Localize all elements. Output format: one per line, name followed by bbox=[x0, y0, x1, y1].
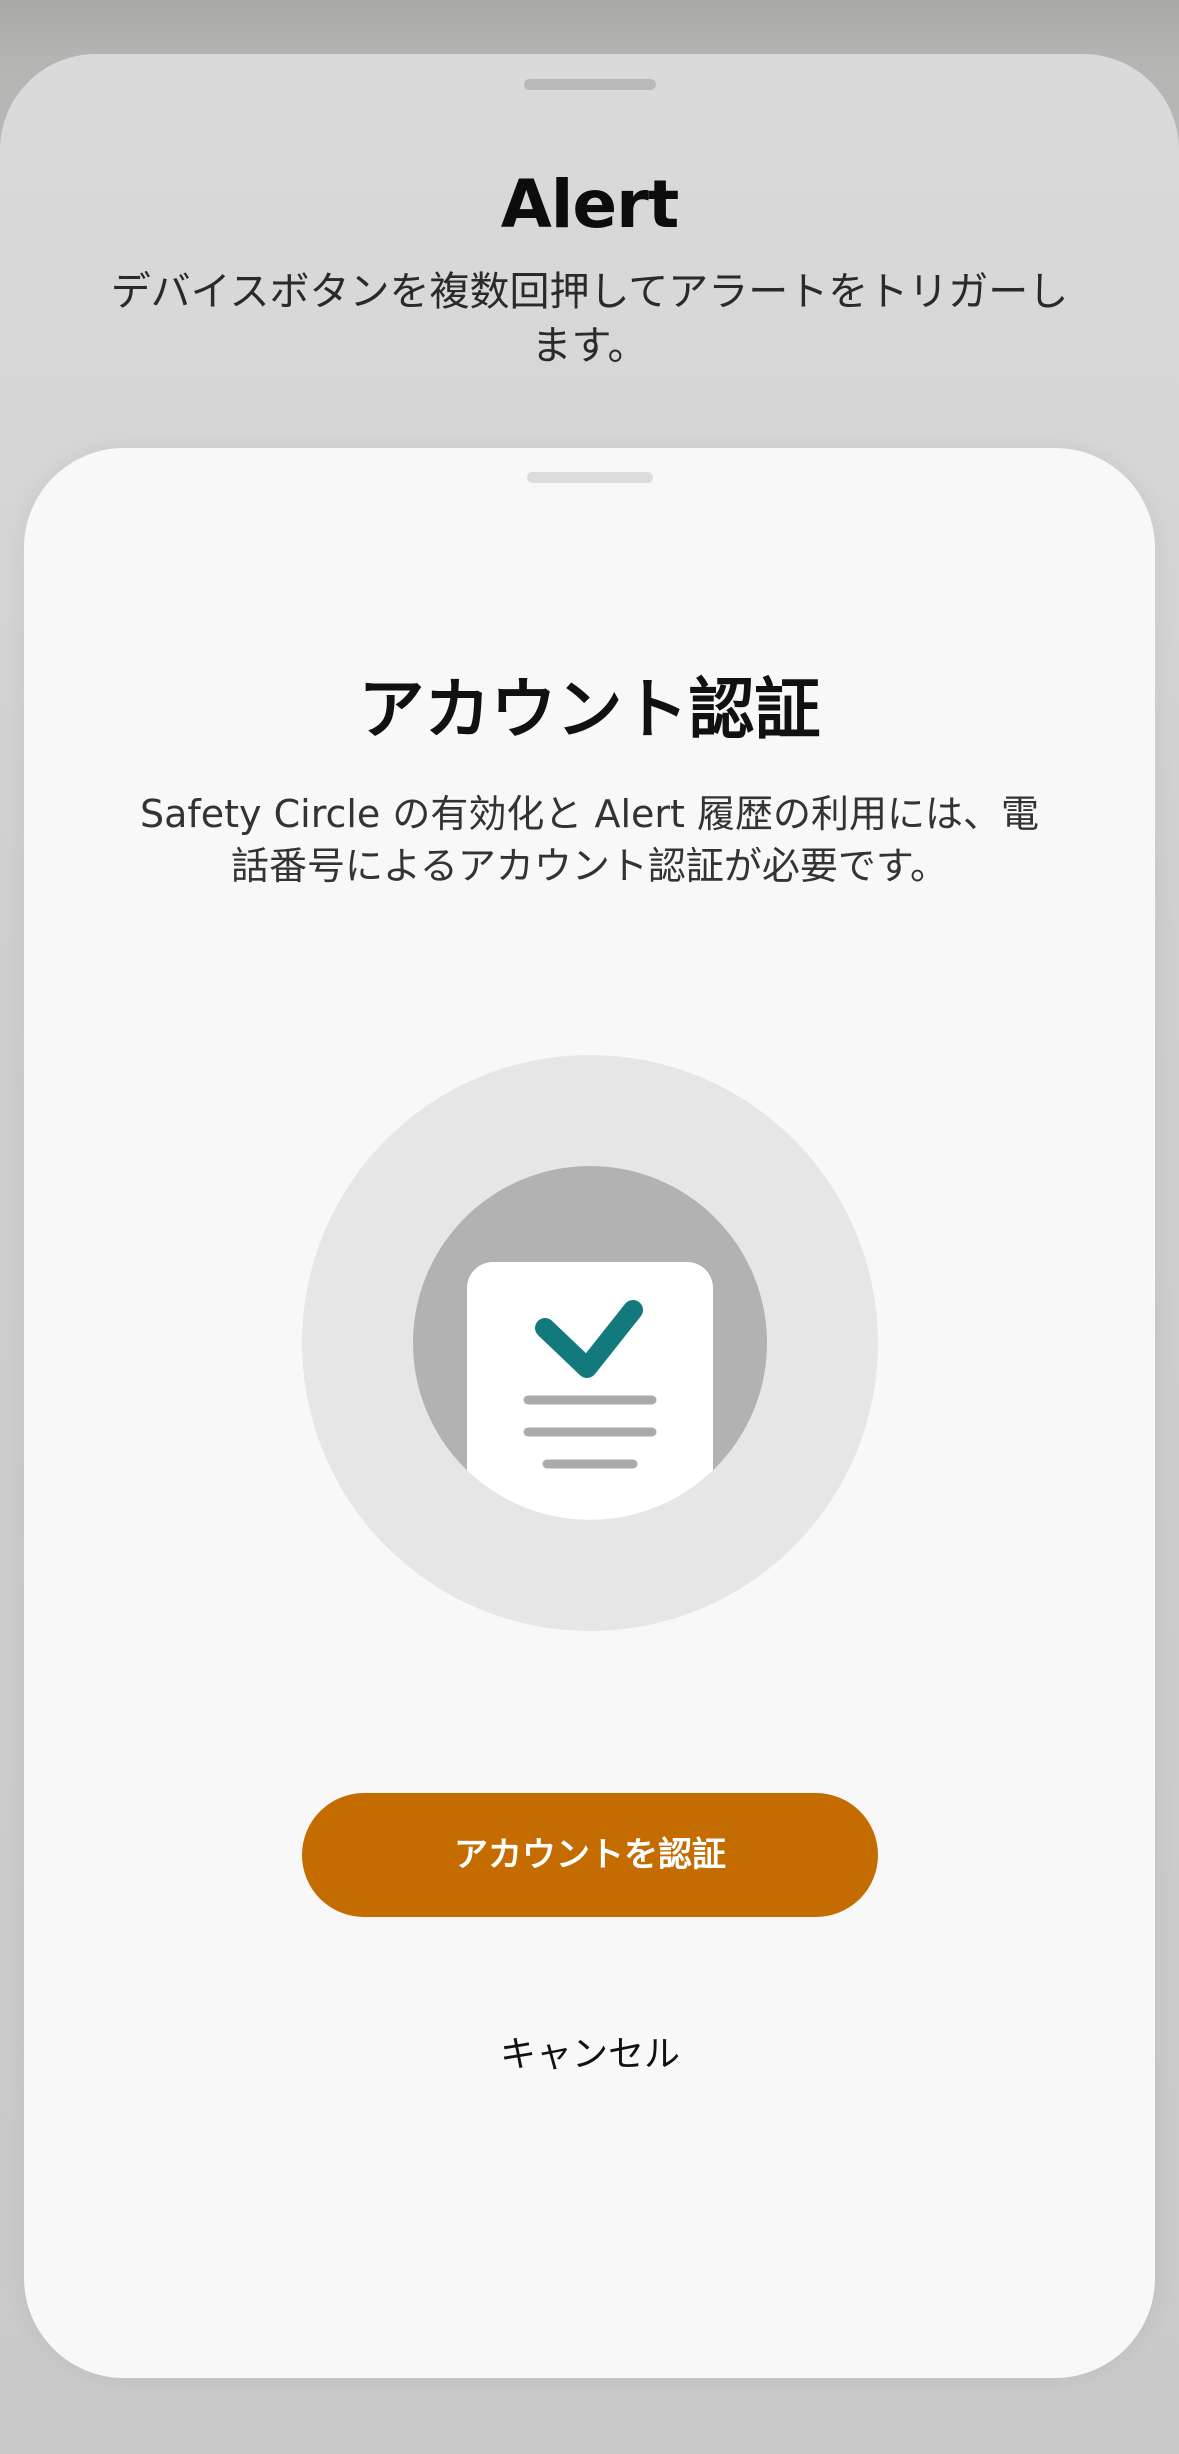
alert-sheet-grabber[interactable] bbox=[524, 79, 656, 90]
alert-sheet-subtitle: デバイスボタンを複数回押してアラートをトリガーします。 bbox=[110, 269, 1069, 369]
verify-account-button[interactable]: アカウントを認証 bbox=[302, 1793, 878, 1917]
alert-sheet-title: Alert bbox=[500, 166, 680, 243]
document-checkmark-icon bbox=[302, 1055, 878, 1631]
verification-sheet-grabber[interactable] bbox=[527, 472, 653, 483]
verification-title: アカウント認証 bbox=[358, 671, 821, 748]
verification-description: Safety Circle の有効化と Alert 履歴の利用には、電話番号によ… bbox=[139, 792, 1040, 888]
cancel-button[interactable]: キャンセル bbox=[390, 2020, 790, 2090]
